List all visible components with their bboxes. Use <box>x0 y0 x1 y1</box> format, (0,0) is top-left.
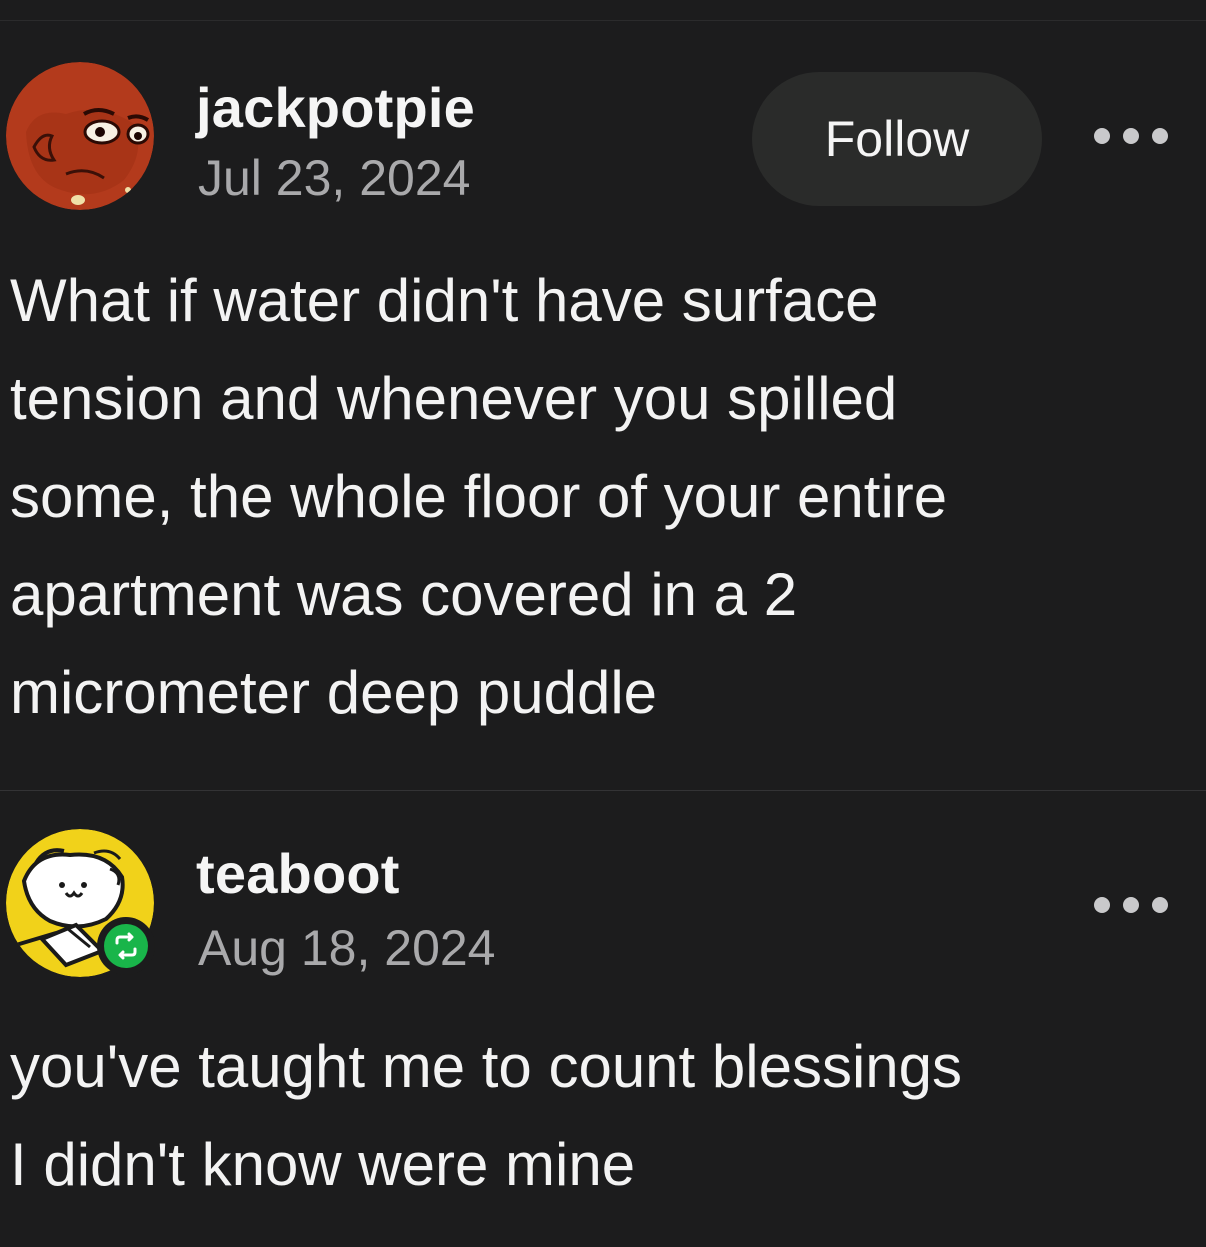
ellipsis-icon <box>1094 897 1110 913</box>
username[interactable]: jackpotpie <box>196 80 475 136</box>
cartoon-face-avatar-icon <box>6 62 154 210</box>
post-body-line: you've taught me to count blessings <box>10 1033 963 1100</box>
follow-button[interactable]: Follow <box>752 72 1042 206</box>
reblog-badge <box>97 917 155 975</box>
ellipsis-icon <box>1094 128 1110 144</box>
post-body: you've taught me to count blessings I di… <box>10 1018 1190 1214</box>
ellipsis-icon <box>1123 897 1139 913</box>
post-body-line: apartment was covered in a 2 <box>10 561 798 628</box>
post-body-line: I didn't know were mine <box>10 1131 636 1198</box>
ellipsis-icon <box>1152 128 1168 144</box>
more-options-button[interactable] <box>1094 890 1168 920</box>
post-date[interactable]: Aug 18, 2024 <box>198 923 496 973</box>
post-date[interactable]: Jul 23, 2024 <box>198 153 470 203</box>
post-body: What if water didn't have surface tensio… <box>10 252 1190 742</box>
post-jackpotpie: jackpotpie Jul 23, 2024 Follow What if w… <box>0 0 1206 790</box>
more-options-button[interactable] <box>1094 121 1168 151</box>
post-body-line: What if water didn't have surface <box>10 267 879 334</box>
ellipsis-icon <box>1152 897 1168 913</box>
ellipsis-icon <box>1123 128 1139 144</box>
post-body-line: micrometer deep puddle <box>10 659 658 726</box>
username[interactable]: teaboot <box>196 846 400 902</box>
post-body-line: some, the whole floor of your entire <box>10 463 948 530</box>
post-body-line: tension and whenever you spilled <box>10 365 898 432</box>
reblog-icon <box>115 932 137 960</box>
avatar[interactable] <box>6 62 154 210</box>
post-teaboot: teaboot Aug 18, 2024 you've taught me to… <box>0 790 1206 1247</box>
